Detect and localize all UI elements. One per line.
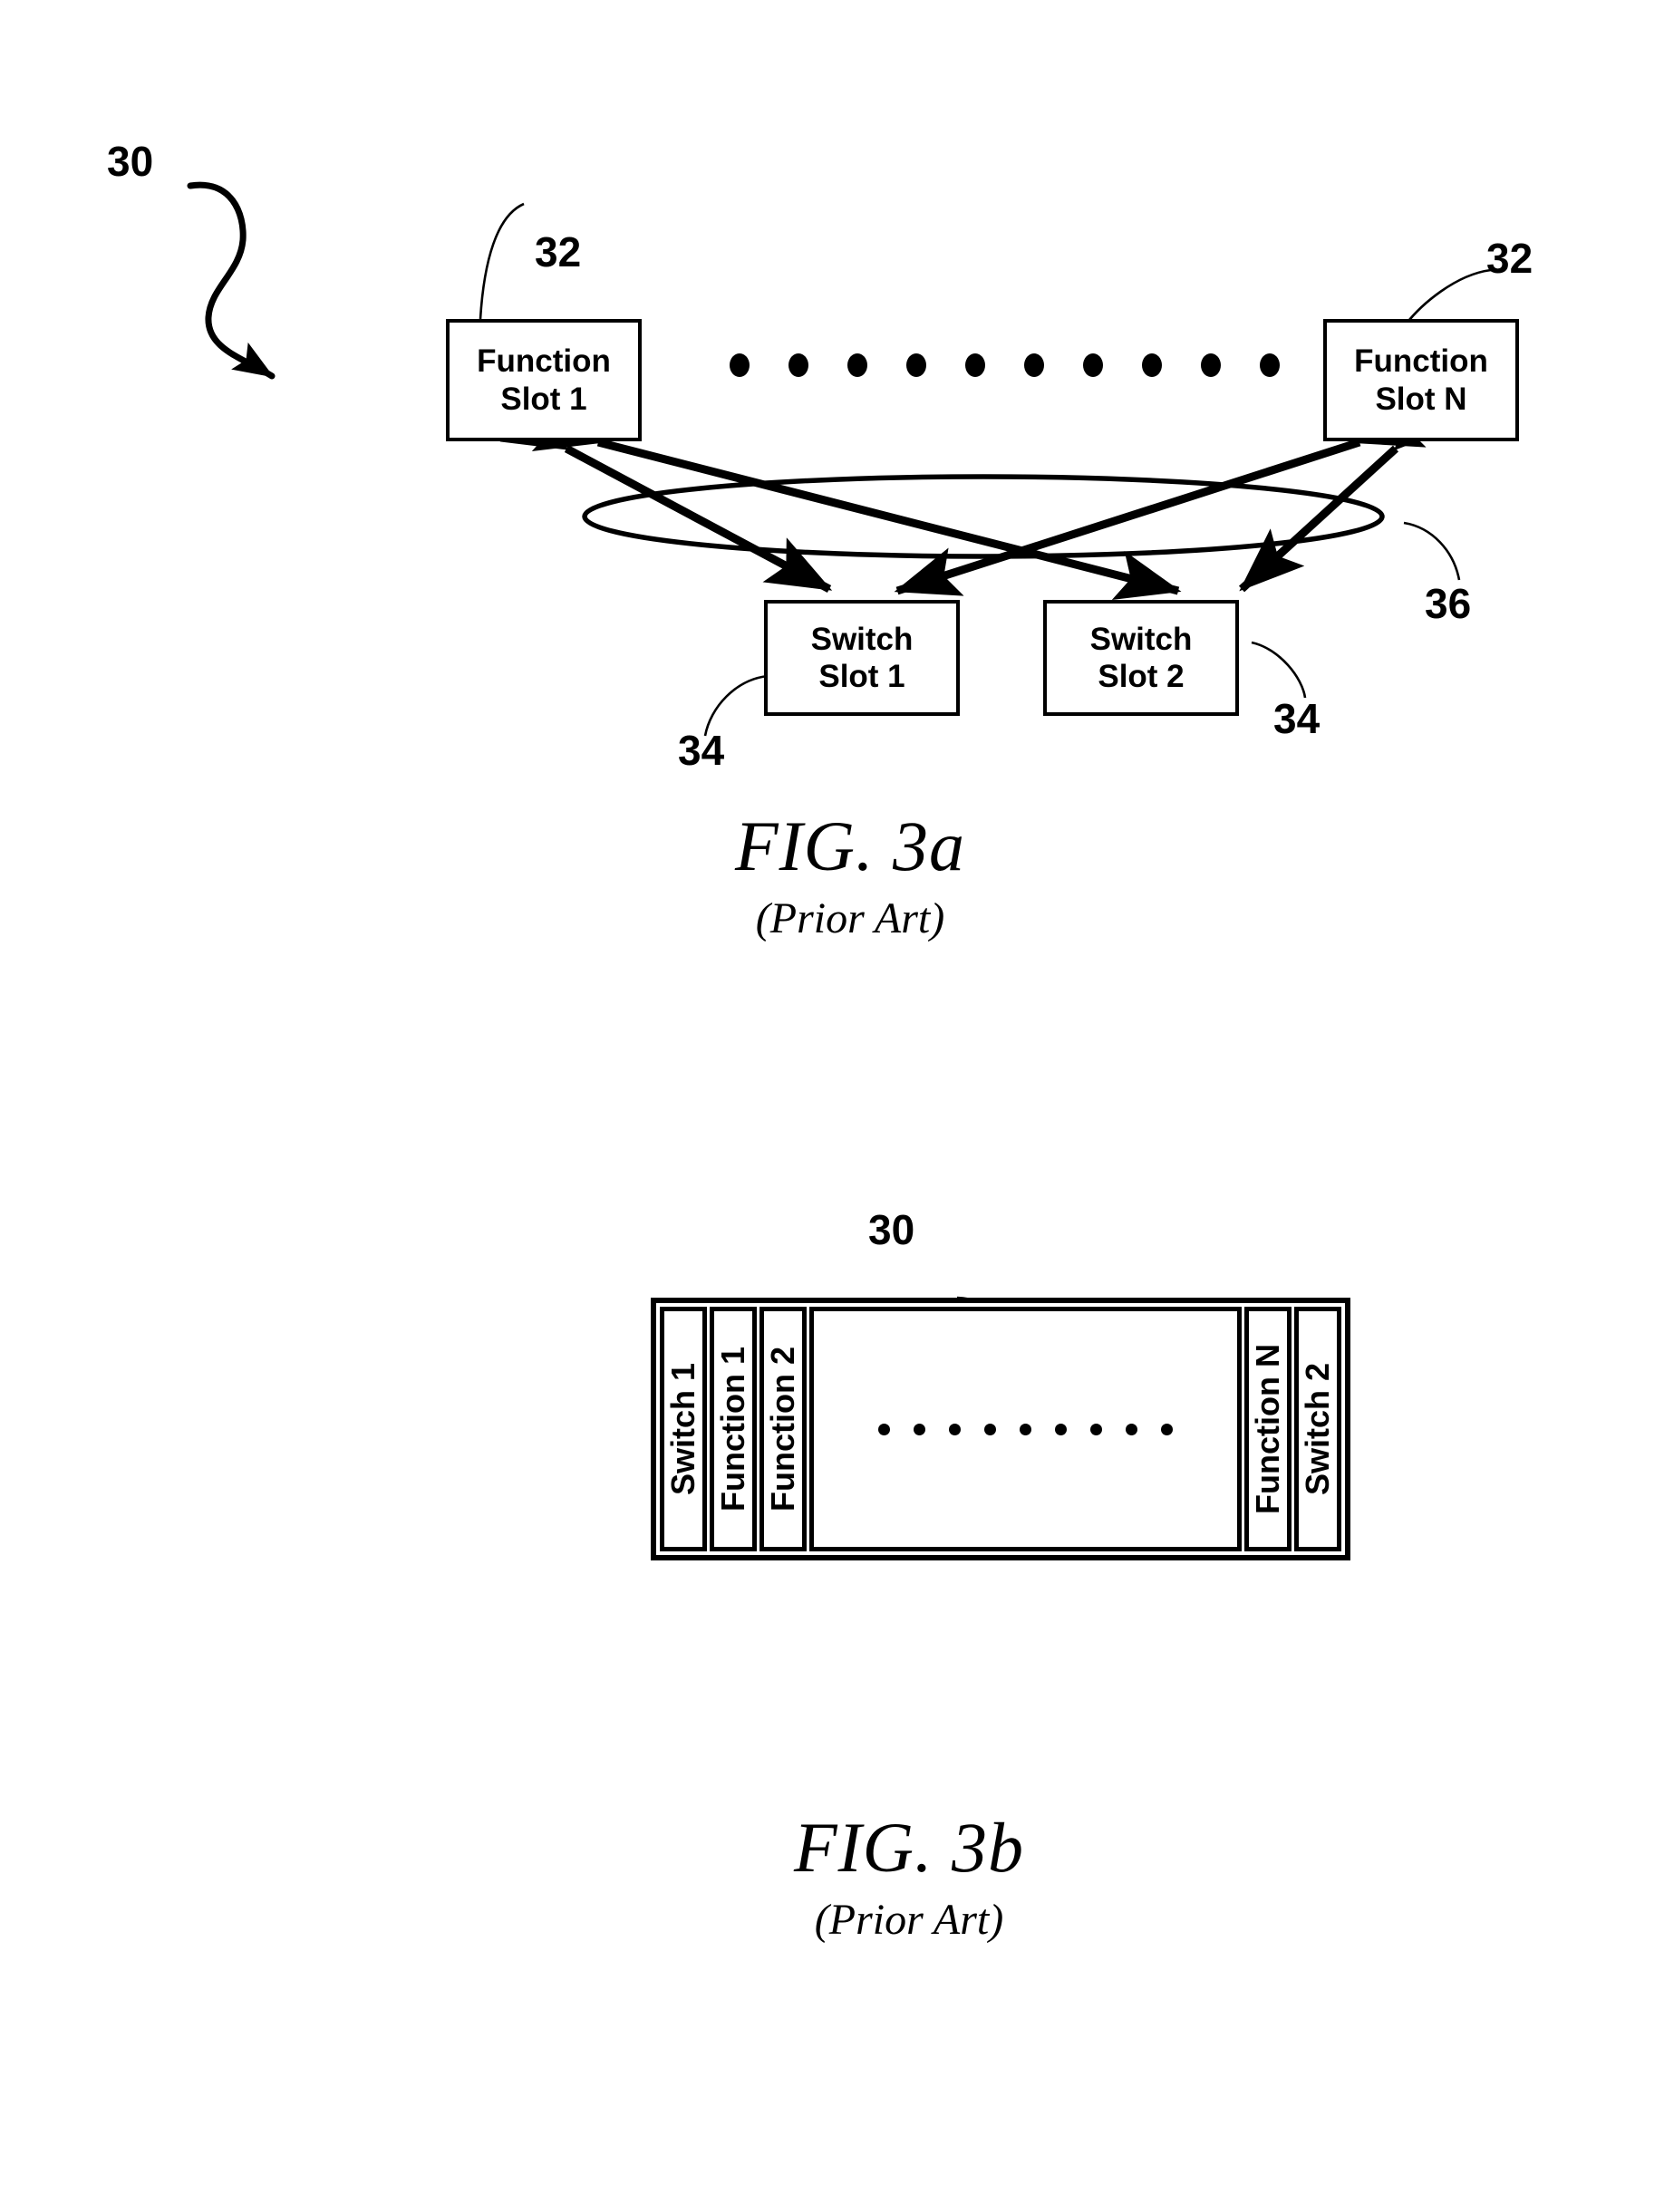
- ellipsis-dot: [1201, 353, 1221, 377]
- ref-32-left-leader: [479, 202, 525, 320]
- chassis-card-function-2[interactable]: Function 2: [759, 1307, 807, 1551]
- ellipsis-dot: [965, 353, 985, 377]
- ellipsis-dot: [847, 353, 867, 377]
- ref-30-curved-arrow: [187, 181, 276, 380]
- ellipsis-dot: [1020, 1423, 1031, 1435]
- ref-numeral-34-right: 34: [1273, 695, 1321, 742]
- ellipsis-dot: [1161, 1423, 1173, 1435]
- ellipsis-dot: [906, 353, 926, 377]
- box-switch-slot-2[interactable]: Switch Slot 2: [1043, 600, 1239, 716]
- chassis-card-function-1[interactable]: Function 1: [710, 1307, 757, 1551]
- box-switch-slot-2-line2: Slot 2: [1098, 659, 1185, 694]
- link-functionN-switch1: [894, 399, 1427, 596]
- chassis-card-switch-2[interactable]: Switch 2: [1294, 1307, 1341, 1551]
- ref-numeral-30-fig3a: 30: [107, 138, 154, 185]
- ellipsis-dot: [788, 353, 808, 377]
- ref-numeral-34-left: 34: [678, 727, 725, 774]
- ellipsis-dot: [1126, 1423, 1137, 1435]
- chassis-fig3b: Switch 1 Function 1 Function 2 Function …: [651, 1298, 1350, 1560]
- ellipsis-dot: [949, 1423, 961, 1435]
- ellipsis-dot: [1055, 1423, 1067, 1435]
- ellipsis-dot: [1024, 353, 1044, 377]
- ellipsis-dot: [984, 1423, 996, 1435]
- fig3a-ellipsis-dots: [730, 353, 1280, 377]
- chassis-card-switch-2-label: Switch 2: [1299, 1362, 1337, 1496]
- chassis-card-switch-1[interactable]: Switch 1: [660, 1307, 707, 1551]
- fig3b-ellipsis-dots: [878, 1423, 1173, 1435]
- fig3a-drawing-layer: [187, 181, 1492, 737]
- ellipsis-dot: [1083, 353, 1103, 377]
- ellipsis-dot: [1260, 353, 1280, 377]
- fig3a-caption-title: FIG. 3a: [735, 807, 965, 885]
- chassis-card-function-2-label: Function 2: [764, 1347, 801, 1512]
- chassis-card-function-n-label: Function N: [1249, 1344, 1286, 1514]
- chassis-empty-slots-region: [809, 1307, 1242, 1551]
- ellipsis-dot: [914, 1423, 925, 1435]
- box-function-slot-n-line2: Slot N: [1375, 381, 1467, 417]
- ref-numeral-36: 36: [1425, 580, 1472, 627]
- fig3b-caption-subtitle: (Prior Art): [814, 1896, 1004, 1944]
- chassis-card-function-n[interactable]: Function N: [1244, 1307, 1292, 1551]
- ref-32-right-leader: [1404, 268, 1492, 325]
- ref-numeral-32-right: 32: [1486, 235, 1533, 282]
- ellipsis-dot: [878, 1423, 890, 1435]
- box-function-slot-1[interactable]: Function Slot 1: [446, 319, 642, 441]
- box-switch-slot-1-line2: Slot 1: [818, 659, 905, 694]
- chassis-card-switch-1-label: Switch 1: [664, 1362, 702, 1496]
- box-switch-slot-2-line1: Switch: [1089, 621, 1193, 657]
- box-function-slot-n-line1: Function: [1354, 343, 1488, 380]
- fig3b-caption: FIG. 3b (Prior Art): [619, 1812, 1199, 1943]
- ref-numeral-30-fig3b: 30: [868, 1206, 915, 1253]
- box-switch-slot-1-line1: Switch: [810, 621, 914, 657]
- fig3b-caption-title: FIG. 3b: [794, 1808, 1024, 1887]
- chassis-card-function-1-label: Function 1: [714, 1347, 751, 1512]
- box-function-slot-1-line2: Slot 1: [500, 381, 587, 417]
- ref-numeral-32-left: 32: [535, 228, 582, 275]
- ellipsis-dot: [1090, 1423, 1102, 1435]
- box-function-slot-n[interactable]: Function Slot N: [1323, 319, 1519, 441]
- ref-36-leader: [1403, 521, 1461, 581]
- ellipsis-dot: [1142, 353, 1162, 377]
- fig3a-caption-subtitle: (Prior Art): [755, 894, 945, 942]
- fig3a-caption: FIG. 3a (Prior Art): [560, 811, 1140, 942]
- ellipsis-dot: [730, 353, 750, 377]
- box-function-slot-1-line1: Function: [477, 343, 611, 380]
- box-switch-slot-1[interactable]: Switch Slot 1: [764, 600, 960, 716]
- ref-34-right-leader: [1251, 641, 1307, 699]
